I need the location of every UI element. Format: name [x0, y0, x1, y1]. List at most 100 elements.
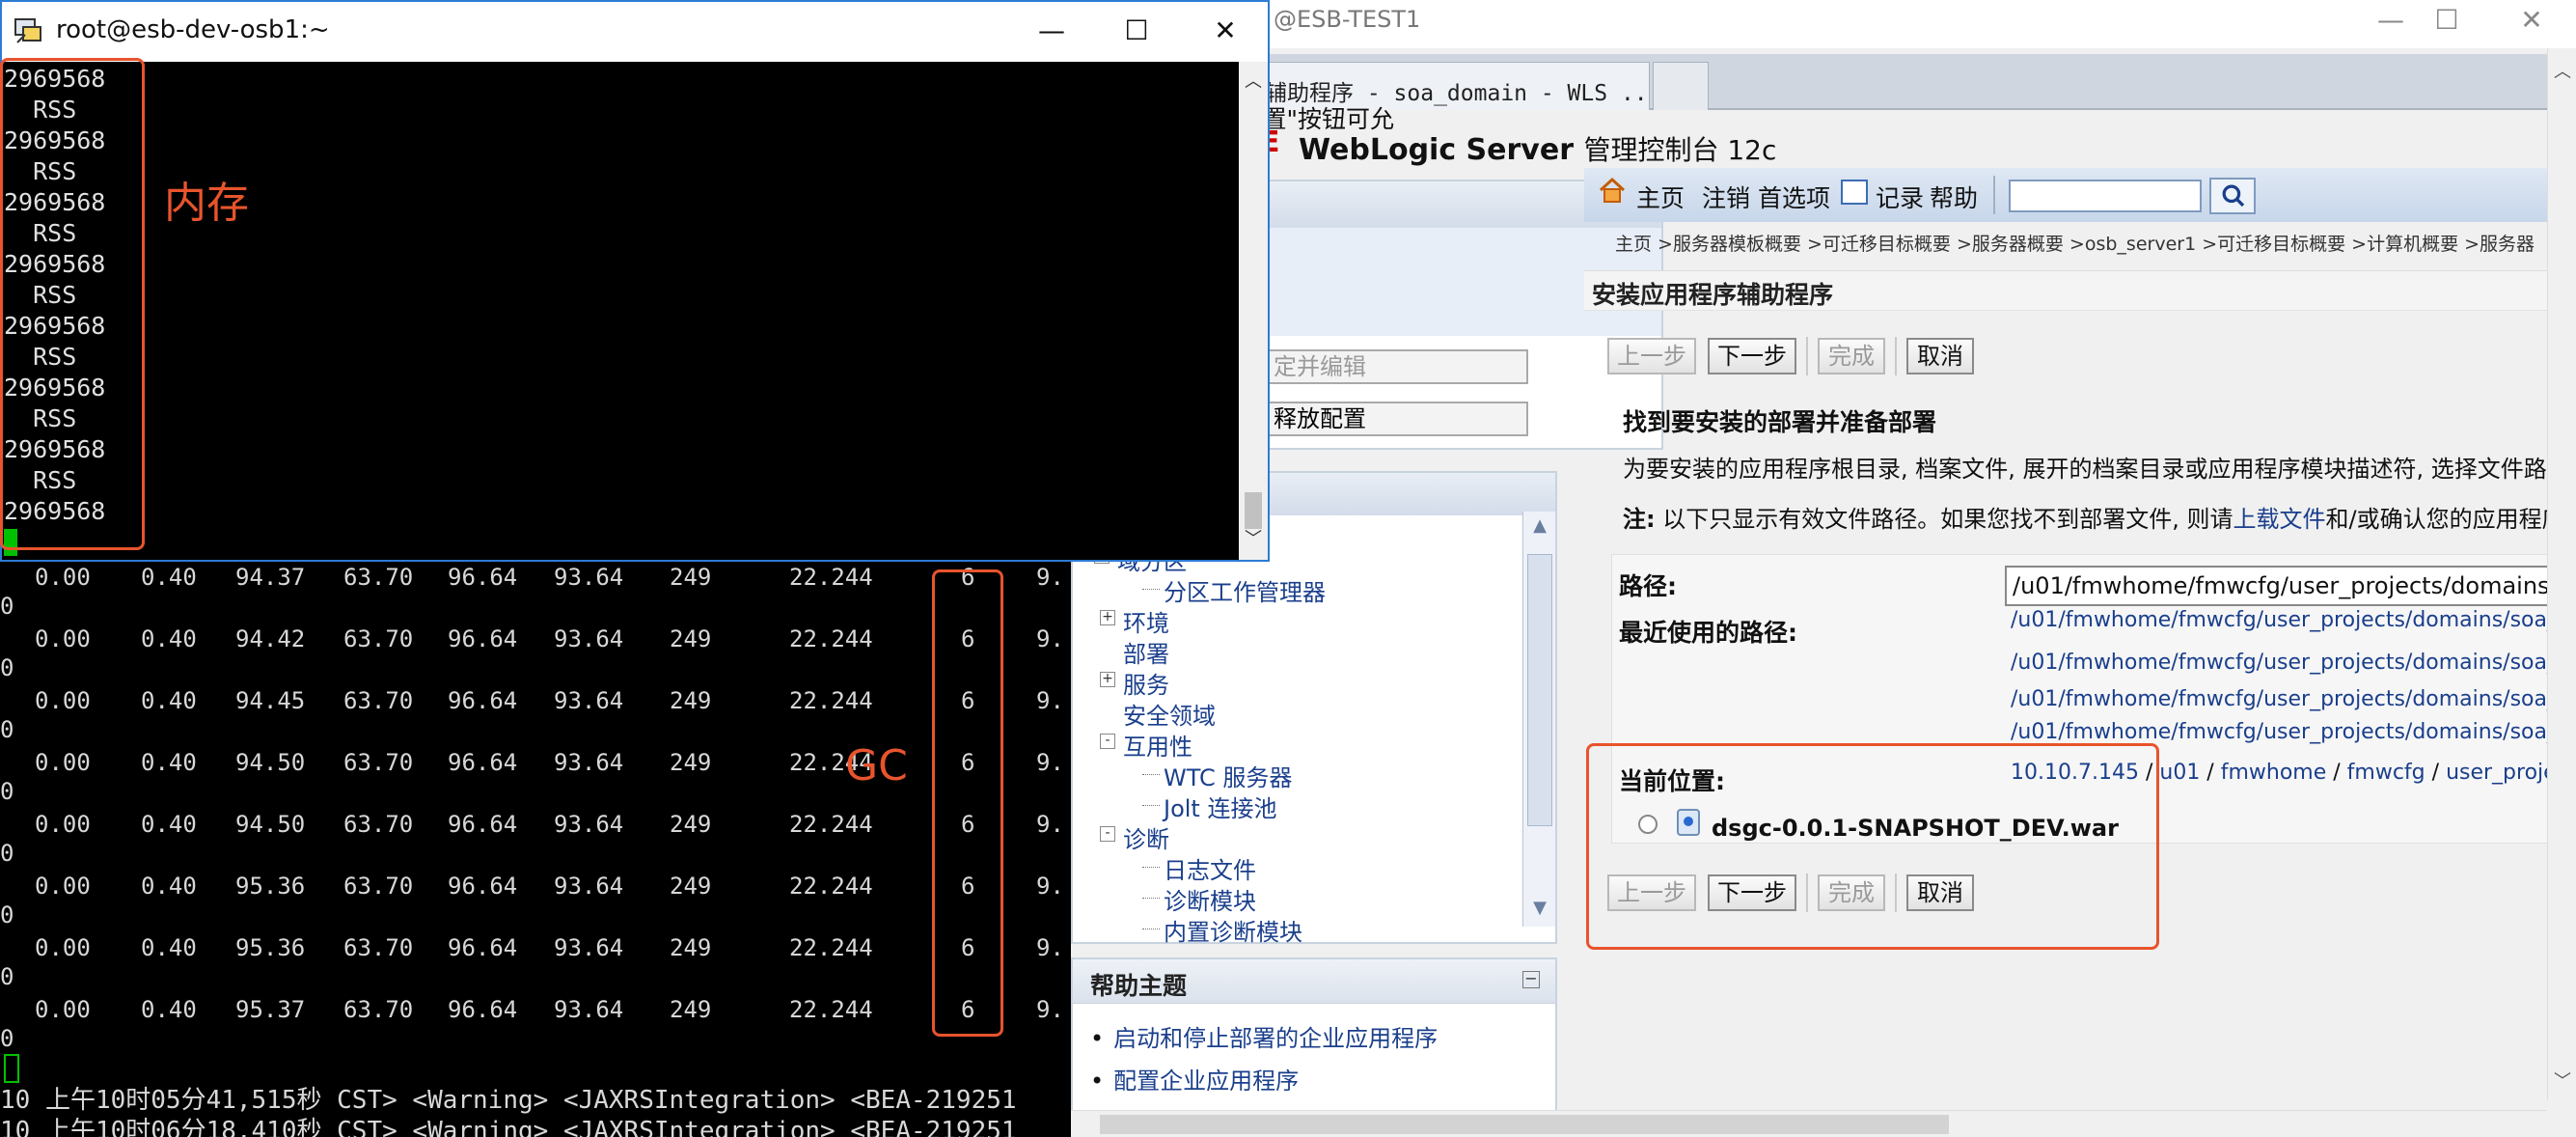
location-segment[interactable]: fmwcfg	[2347, 761, 2425, 785]
collapse-icon[interactable]: -	[1100, 826, 1115, 842]
vmstat-zero: 0	[0, 901, 14, 929]
scroll-up-icon[interactable]: ︿	[1239, 68, 1268, 97]
vmstat-cell: 96.64	[448, 625, 518, 652]
scroll-down-icon[interactable]: ▼	[1523, 898, 1556, 925]
vmstat-cell: 96.64	[448, 811, 518, 838]
back-button[interactable]: 上一步	[1607, 338, 1696, 374]
tree-item[interactable]: 部署	[1123, 635, 1169, 669]
new-tab-button[interactable]	[1653, 62, 1709, 110]
release-config-button[interactable]: 释放配置	[1268, 402, 1528, 436]
next-button[interactable]: 下一步	[1708, 338, 1796, 374]
horizontal-scroll-thumb[interactable]	[1100, 1115, 1949, 1134]
scroll-down-icon[interactable]: ﹀	[2548, 1068, 2576, 1096]
collapse-icon[interactable]: −	[1522, 971, 1540, 988]
vmstat-cell: 63.70	[343, 564, 414, 591]
tree-item[interactable]: Jolt 连接池	[1164, 790, 1276, 823]
expand-icon[interactable]: +	[1100, 672, 1115, 687]
terminal-screen[interactable]: 2969568 RSS 2969568 RSS 2969568 RSS 2969568…	[2, 62, 1239, 560]
help-link[interactable]: • 配置企业应用程序	[1090, 1062, 1299, 1095]
step-description: 为要安装的应用程序根目录, 档案文件, 展开的档案目录或应用程序模块描述符, 选…	[1623, 456, 2570, 483]
vmstat-cell: 0.40	[141, 564, 197, 591]
tree-item[interactable]: WTC 服务器	[1164, 759, 1292, 792]
home-link[interactable]: 主页	[1636, 180, 1685, 214]
vmstat-cell: 96.64	[448, 996, 518, 1023]
maximize-button[interactable]: ☐	[2404, 0, 2489, 41]
scroll-up-icon[interactable]: ︿	[2548, 58, 2576, 87]
toolbar-divider	[1993, 176, 1995, 214]
home-icon[interactable]	[1598, 176, 1627, 205]
help-link-label[interactable]: 配置企业应用程序	[1113, 1068, 1299, 1095]
terminal-scrollbar[interactable]: ︿ ﹀	[1239, 62, 1268, 560]
page-vertical-scrollbar[interactable]: ︿ ﹀	[2547, 48, 2576, 1100]
terminal-scroll-thumb[interactable]	[1245, 492, 1262, 529]
desktop: 0.00 0.40 94.37 63.70 96.64 93.64 249 22.244 6 9.…	[0, 0, 2576, 1137]
vmstat-cell: 0.00	[35, 996, 91, 1023]
help-link[interactable]: • 启动和停止部署的企业应用程序	[1090, 1019, 1438, 1053]
tree-item[interactable]: 内置诊断模块	[1164, 913, 1302, 947]
vmstat-cell: 9.	[1036, 934, 1064, 961]
recent-path-link[interactable]: /u01/fmwhome/fmwcfg/user_projects/domain…	[2011, 720, 2576, 744]
recent-path-link[interactable]: /u01/fmwhome/fmwcfg/user_projects/domain…	[2011, 651, 2576, 675]
location-segment[interactable]: u01	[2159, 761, 2200, 785]
vmstat-cell: 249	[670, 564, 712, 591]
minimize-button[interactable]: —	[1023, 12, 1081, 50]
record-link[interactable]: 记录	[1876, 180, 1924, 214]
vmstat-cell: 63.70	[343, 934, 414, 961]
vmstat-cell: 63.70	[343, 811, 414, 838]
location-segment[interactable]: fmwhome	[2221, 761, 2327, 785]
putty-title: root@esb-dev-osb1:~	[56, 15, 330, 44]
vmstat-cell: 96.64	[448, 564, 518, 591]
tree-item[interactable]: 日志文件	[1164, 851, 1256, 885]
tree-item[interactable]: 安全领域	[1123, 697, 1216, 731]
record-icon[interactable]	[1841, 180, 1868, 205]
vmstat-cell: 95.36	[235, 934, 306, 961]
page-horizontal-scrollbar[interactable]	[1071, 1110, 2547, 1137]
cancel-button[interactable]: 取消	[1906, 338, 1974, 374]
log-line: 10 上午10时05分41,515秒 CST> <Warning> <JAXRS…	[0, 1086, 1017, 1115]
scroll-down-icon[interactable]: ﹀	[1239, 525, 1268, 554]
help-link-toolbar[interactable]: 帮助	[1930, 180, 1978, 214]
logout-link[interactable]: 注销	[1702, 180, 1750, 214]
vmstat-cell: 22.244	[789, 811, 873, 838]
path-label: 路径:	[1619, 572, 1677, 600]
tree-item[interactable]: 诊断	[1123, 820, 1169, 854]
search-button[interactable]	[2209, 178, 2256, 214]
button-divider	[1895, 337, 1897, 375]
path-input[interactable]: /u01/fmwhome/fmwcfg/user_projects/domain…	[2005, 566, 2555, 606]
tree-item[interactable]: 互用性	[1123, 728, 1192, 762]
vmstat-zero: 0	[0, 1025, 14, 1052]
preferences-link[interactable]: 首选项	[1758, 180, 1830, 214]
breadcrumb[interactable]: 主页 >服务器模板概要 >可迁移目标概要 >服务器概要 >osb_server1…	[1615, 230, 2535, 256]
recent-path-link[interactable]: /u01/fmwhome/fmwcfg/user_projects/domain…	[2011, 687, 2576, 711]
maximize-button[interactable]: ☐	[1108, 12, 1165, 50]
collapse-icon[interactable]: -	[1100, 734, 1115, 749]
close-button[interactable]: ✕	[2489, 0, 2574, 41]
tree-item[interactable]: 分区工作管理器	[1164, 573, 1326, 607]
browser-title: @ESB-TEST1	[1274, 6, 1421, 33]
expand-icon[interactable]: +	[1100, 610, 1115, 625]
tree-scroll-thumb[interactable]	[1527, 554, 1552, 826]
tree-scrollbar[interactable]: ▲ ▼	[1522, 512, 1555, 927]
close-button[interactable]: ✕	[1196, 12, 1254, 50]
lock-and-edit-button[interactable]: 定并编辑	[1268, 349, 1528, 384]
upload-file-link[interactable]: 上载文件	[2233, 506, 2326, 533]
vmstat-cell: 249	[670, 996, 712, 1023]
recent-path-link[interactable]: /u01/fmwhome/fmwcfg/user_projects/domain…	[2011, 608, 2576, 632]
putty-titlebar: root@esb-dev-osb1:~ — ☐ ✕	[2, 2, 1268, 62]
vmstat-cell: 63.70	[343, 625, 414, 652]
product-title: WebLogic Server 管理控制台 12c	[1299, 129, 1776, 168]
tree-item[interactable]: 环境	[1123, 604, 1169, 638]
terminal-cursor	[4, 1054, 19, 1083]
vmstat-row: 0.00 0.40 94.42 63.70 96.64 93.64 249 22.244 6 9.	[0, 624, 1071, 654]
vmstat-cell: 63.70	[343, 687, 414, 714]
scroll-up-icon[interactable]: ▲	[1523, 515, 1556, 542]
vmstat-cell: 96.64	[448, 934, 518, 961]
finish-button[interactable]: 完成	[1818, 338, 1885, 374]
vmstat-row: 0.00 0.40 94.50 63.70 96.64 93.64 249 22.244 6 9.	[0, 747, 1071, 778]
tree-item[interactable]: 服务	[1123, 666, 1169, 700]
vmstat-cell: 63.70	[343, 749, 414, 776]
search-input[interactable]	[2009, 180, 2202, 212]
help-link-label[interactable]: 启动和停止部署的企业应用程序	[1113, 1025, 1438, 1052]
tree-item[interactable]: 诊断模块	[1164, 882, 1256, 916]
vmstat-cell: 93.64	[554, 996, 624, 1023]
